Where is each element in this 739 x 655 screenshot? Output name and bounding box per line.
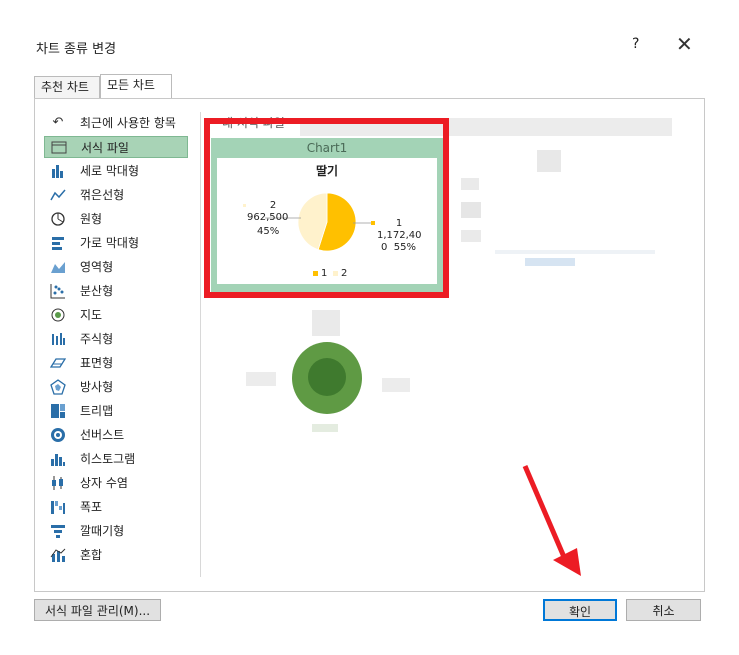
blur-block <box>312 310 340 336</box>
sidebar-item-map[interactable]: 지도 <box>44 304 188 326</box>
line-chart-icon <box>50 187 66 203</box>
waterfall-chart-icon <box>50 499 66 515</box>
help-button[interactable]: ? <box>632 36 639 52</box>
sidebar-item-combo[interactable]: 혼합 <box>44 544 188 566</box>
scatter-chart-icon <box>50 283 66 299</box>
sidebar-item-label: 최근에 사용한 항목 <box>80 116 176 130</box>
combo-chart-icon <box>50 547 66 563</box>
sidebar-item-label: 지도 <box>80 308 103 322</box>
sidebar-item-waterfall[interactable]: 폭포 <box>44 496 188 518</box>
boxplot-chart-icon <box>50 475 66 491</box>
tab-label: 추천 차트 <box>41 80 89 94</box>
sidebar-item-treemap[interactable]: 트리맵 <box>44 400 188 422</box>
close-icon[interactable]: ✕ <box>676 32 693 56</box>
sidebar-item-label: 선버스트 <box>80 428 125 442</box>
histogram-chart-icon <box>50 451 66 467</box>
sidebar-item-label: 주식형 <box>80 332 114 346</box>
folder-icon <box>51 140 67 156</box>
sidebar-item-label: 영역형 <box>80 260 114 274</box>
blur-block <box>461 230 481 242</box>
highlight-box <box>204 118 449 298</box>
tab-label: 모든 차트 <box>107 78 155 92</box>
pie-chart-icon <box>50 211 66 227</box>
sidebar-item-label: 히스토그램 <box>80 452 136 466</box>
dialog-title: 차트 종류 변경 <box>36 42 117 57</box>
sidebar-item-label: 표면형 <box>80 356 114 370</box>
sidebar-item-histogram[interactable]: 히스토그램 <box>44 448 188 470</box>
blur-block <box>525 258 575 266</box>
sidebar-item-scatter[interactable]: 분산형 <box>44 280 188 302</box>
sidebar-item-label: 폭포 <box>80 500 103 514</box>
sidebar-item-label: 가로 막대형 <box>80 236 140 250</box>
ok-button[interactable]: 확인 <box>543 599 617 621</box>
column-chart-icon <box>50 163 66 179</box>
sidebar-item-radar[interactable]: 방사형 <box>44 376 188 398</box>
blur-block <box>308 358 346 396</box>
sidebar-item-bar[interactable]: 가로 막대형 <box>44 232 188 254</box>
sidebar-item-stock[interactable]: 주식형 <box>44 328 188 350</box>
sidebar-divider <box>200 112 201 577</box>
area-chart-icon <box>50 259 66 275</box>
surface-chart-icon <box>49 355 67 371</box>
blur-block <box>382 378 410 392</box>
blur-block <box>312 424 338 432</box>
sidebar-item-label: 상자 수염 <box>80 476 128 490</box>
sidebar-item-label: 트리맵 <box>80 404 114 418</box>
sunburst-chart-icon <box>50 427 66 443</box>
sidebar-item-label: 깔때기형 <box>80 524 125 538</box>
annotation-arrow <box>522 465 581 576</box>
manage-templates-button[interactable]: 서식 파일 관리(M)... <box>34 599 161 621</box>
sidebar-item-pie[interactable]: 원형 <box>44 208 188 230</box>
sidebar-item-label: 원형 <box>80 212 103 226</box>
sidebar-item-label: 혼합 <box>80 548 103 562</box>
sidebar-item-templates[interactable]: 서식 파일 <box>44 136 188 158</box>
sidebar-item-label: 분산형 <box>80 284 114 298</box>
blurred-template-thumbnail[interactable] <box>212 300 440 440</box>
tab-all-charts[interactable]: 모든 차트 <box>100 74 172 98</box>
sidebar-item-funnel[interactable]: 깔때기형 <box>44 520 188 542</box>
blurred-template-thumbnail[interactable] <box>455 140 670 290</box>
stock-chart-icon <box>50 331 66 347</box>
blur-block <box>246 372 276 386</box>
blur-block <box>537 150 561 172</box>
sidebar-item-label: 세로 막대형 <box>80 164 140 178</box>
blur-block <box>461 202 481 218</box>
funnel-chart-icon <box>50 523 66 539</box>
blur-block <box>461 178 479 190</box>
blur-block <box>495 250 655 254</box>
sidebar-item-surface[interactable]: 표면형 <box>44 352 188 374</box>
bar-chart-icon <box>50 235 66 251</box>
sidebar-item-label: 서식 파일 <box>81 141 129 155</box>
recent-icon: ↶ <box>52 115 64 130</box>
map-chart-icon <box>50 307 66 323</box>
sidebar-item-label: 방사형 <box>80 380 114 394</box>
tab-recommended-charts[interactable]: 추천 차트 <box>34 76 100 98</box>
sidebar-item-column[interactable]: 세로 막대형 <box>44 160 188 182</box>
radar-chart-icon <box>50 379 66 395</box>
treemap-chart-icon <box>50 403 66 419</box>
sidebar-item-sunburst[interactable]: 선버스트 <box>44 424 188 446</box>
sidebar-item-area[interactable]: 영역형 <box>44 256 188 278</box>
cancel-button[interactable]: 취소 <box>626 599 701 621</box>
sidebar-item-label: 꺾은선형 <box>80 188 125 202</box>
sidebar-item-boxplot[interactable]: 상자 수염 <box>44 472 188 494</box>
sidebar-item-recent[interactable]: ↶ 최근에 사용한 항목 <box>44 112 188 134</box>
sidebar-item-line[interactable]: 꺾은선형 <box>44 184 188 206</box>
